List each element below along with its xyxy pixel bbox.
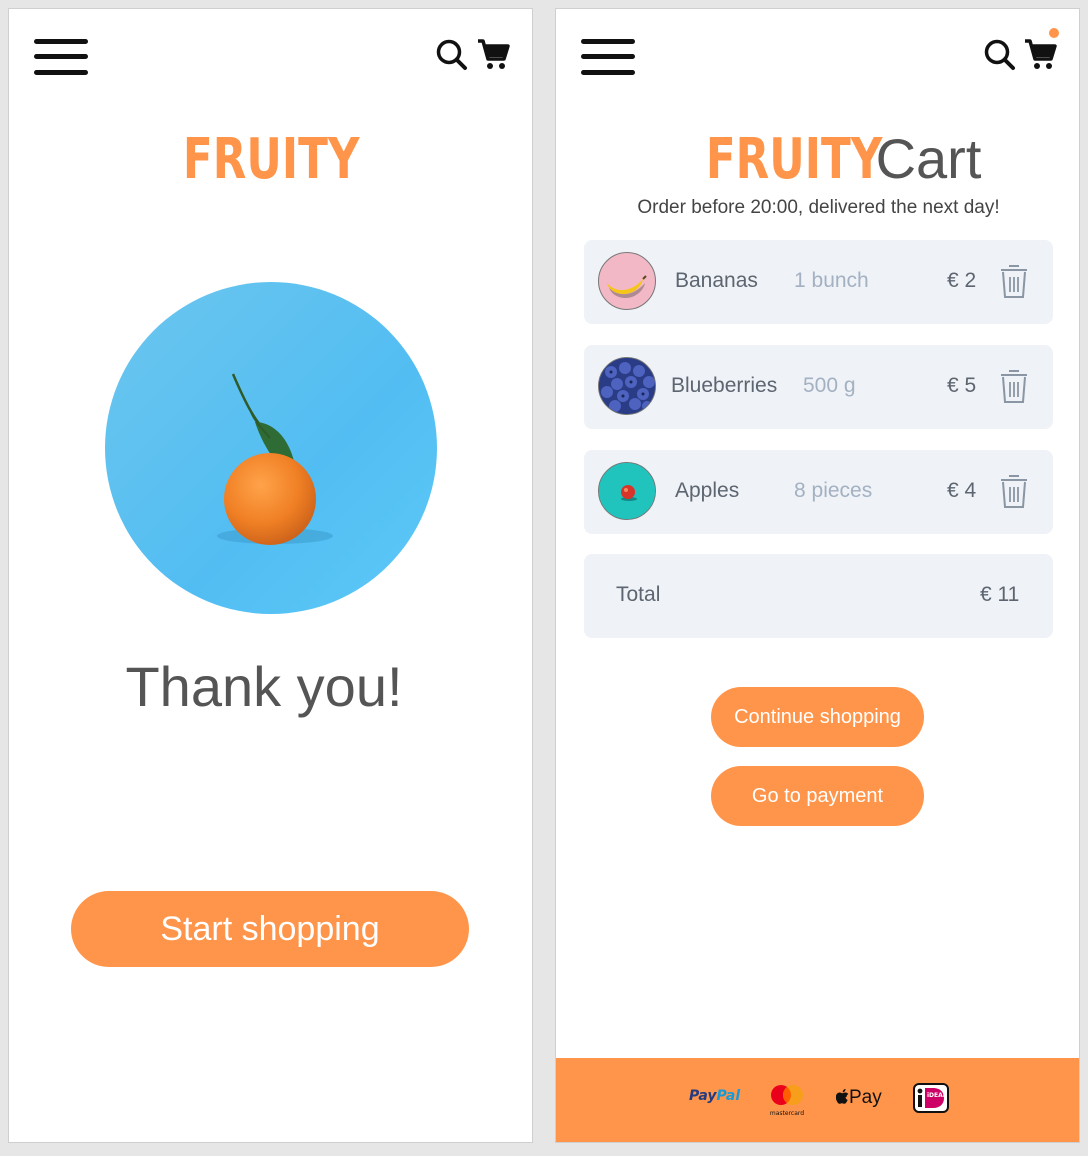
start-shopping-button[interactable]: Start shopping (71, 891, 469, 967)
item-name: Apples (675, 479, 740, 502)
paypal-logo-text-a: Pay (689, 1088, 717, 1104)
mastercard-logo: mastercard (769, 1084, 805, 1117)
blueberries-thumbnail (598, 357, 656, 415)
cart-item-bananas: Bananas 1 bunch € 2 (584, 240, 1053, 324)
item-quantity: 500 g (803, 374, 856, 397)
thank-you-heading: Thank you! (125, 655, 403, 718)
apple-icon (835, 1088, 849, 1104)
trash-icon[interactable] (999, 472, 1029, 510)
paypal-logo: PayPal (689, 1088, 740, 1120)
cart-title: FRUITY Cart (556, 127, 1079, 192)
cart-notification-dot (1049, 28, 1059, 38)
ideal-logo: iDEAL (913, 1083, 949, 1115)
total-value: € 11 (980, 583, 1020, 606)
menu-icon[interactable] (34, 39, 88, 77)
search-icon[interactable] (984, 39, 1016, 71)
paypal-logo-text-b: Pal (716, 1088, 741, 1104)
delivery-note: Order before 20:00, delivered the next d… (637, 197, 1000, 218)
brand-text: FRUITY (183, 127, 360, 192)
cart-screen: FRUITY Cart Order before 20:00, delivere… (555, 8, 1080, 1143)
banana-thumbnail (598, 252, 656, 310)
apple-pay-logo: Pay (835, 1087, 882, 1119)
item-price: € 2 (947, 269, 977, 292)
go-to-payment-button[interactable]: Go to payment (711, 766, 924, 826)
item-quantity: 8 pieces (794, 479, 873, 502)
brand-logo: FRUITY (9, 127, 532, 192)
payment-methods-footer: PayPal mastercard Pay iDEAL (556, 1058, 1079, 1142)
cart-item-apples: Apples 8 pieces € 4 (584, 450, 1053, 534)
item-price: € 4 (947, 479, 977, 502)
search-icon[interactable] (436, 39, 468, 71)
item-quantity: 1 bunch (794, 269, 869, 292)
total-label: Total (616, 583, 661, 606)
apple-thumbnail (598, 462, 656, 520)
cart-item-blueberries: Blueberries 500 g € 5 (584, 345, 1053, 429)
trash-icon[interactable] (999, 367, 1029, 405)
brand-text: FRUITY (705, 127, 883, 192)
mastercard-wordmark: mastercard (769, 1110, 805, 1117)
item-price: € 5 (947, 374, 977, 397)
continue-shopping-button[interactable]: Continue shopping (711, 687, 924, 747)
cart-icon[interactable] (1023, 37, 1057, 71)
thank-you-screen: FRUITY Thank you! Start shopping (8, 8, 533, 1143)
item-name: Blueberries (671, 374, 778, 397)
tangerine-photo (105, 282, 437, 614)
item-name: Bananas (675, 269, 758, 292)
cart-total-row: Total € 11 (584, 554, 1053, 638)
trash-icon[interactable] (999, 262, 1029, 300)
ideal-wordmark: iDEAL (927, 1092, 947, 1099)
cart-icon[interactable] (476, 37, 510, 71)
cart-title-suffix: Cart (875, 127, 982, 190)
apple-pay-text: Pay (849, 1087, 882, 1108)
menu-icon[interactable] (581, 39, 635, 77)
